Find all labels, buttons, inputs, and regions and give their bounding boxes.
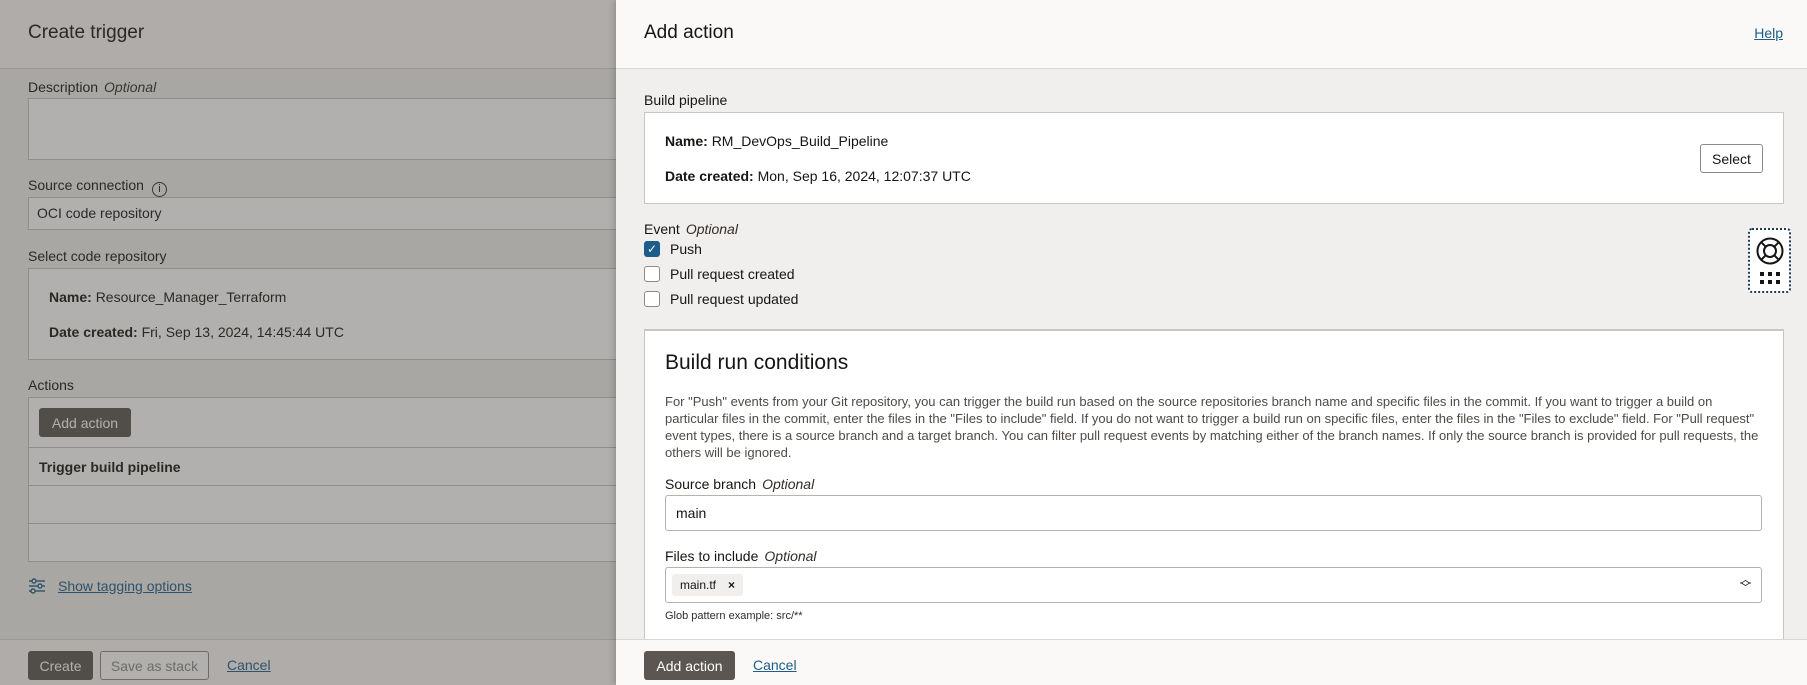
optional-tag: Optional xyxy=(762,476,815,492)
lifebuoy-icon[interactable] xyxy=(1755,236,1785,266)
optional-tag: Optional xyxy=(685,221,738,237)
add-action-panel: Add action Help Build pipeline Name: RM_… xyxy=(616,0,1807,685)
select-pipeline-button[interactable]: Select xyxy=(1700,144,1763,173)
file-chip-label: main.tf xyxy=(680,578,717,592)
pipeline-date: Date created: Mon, Sep 16, 2024, 12:07:3… xyxy=(665,168,971,184)
checkbox-pr-created[interactable] xyxy=(644,266,660,282)
build-pipeline-label: Build pipeline xyxy=(644,92,728,108)
cancel-link[interactable]: Cancel xyxy=(753,657,797,673)
pipeline-name-key: Name: xyxy=(665,133,708,149)
panel-title: Add action xyxy=(644,22,734,43)
event-label: Event Optional xyxy=(644,221,738,237)
event-label-text: Event xyxy=(644,221,680,237)
chip-remove-icon[interactable]: × xyxy=(728,578,735,592)
source-branch-label: Source branch Optional xyxy=(665,476,814,492)
checkbox-push[interactable]: ✓ xyxy=(644,241,660,257)
files-include-input[interactable]: main.tf × ︿ ﹀ xyxy=(665,567,1762,603)
source-branch-input[interactable]: main xyxy=(665,495,1762,531)
pipeline-name: Name: RM_DevOps_Build_Pipeline xyxy=(665,133,888,149)
files-include-label: Files to include Optional xyxy=(665,548,817,564)
event-pr-updated[interactable]: Pull request updated xyxy=(644,291,798,307)
build-run-conditions: Build run conditions For "Push" events f… xyxy=(644,329,1784,639)
panel-header: Add action Help xyxy=(616,0,1807,69)
build-pipeline-card: Name: RM_DevOps_Build_Pipeline Date crea… xyxy=(644,112,1784,204)
help-link[interactable]: Help xyxy=(1754,25,1783,41)
event-pr-updated-label: Pull request updated xyxy=(670,291,799,307)
pipeline-name-value: RM_DevOps_Build_Pipeline xyxy=(711,133,889,149)
event-pr-created-label: Pull request created xyxy=(670,266,795,282)
conditions-description: For "Push" events from your Git reposito… xyxy=(665,394,1759,460)
event-pr-created[interactable]: Pull request created xyxy=(644,266,795,282)
event-push-label: Push xyxy=(670,241,702,257)
grid-dots-icon[interactable] xyxy=(1759,271,1781,285)
panel-footer: Add action Cancel xyxy=(616,639,1807,685)
checkbox-pr-updated[interactable] xyxy=(644,291,660,307)
add-action-button[interactable]: Add action xyxy=(644,651,735,680)
file-chip: main.tf × xyxy=(672,574,744,596)
modal-overlay[interactable] xyxy=(0,0,616,685)
glob-hint: Glob pattern example: src/** xyxy=(665,610,803,622)
source-branch-label-text: Source branch xyxy=(665,476,757,492)
conditions-title: Build run conditions xyxy=(665,351,849,374)
pipeline-date-key: Date created: xyxy=(665,168,754,184)
chevron-updown-icon[interactable]: ︿ ﹀ xyxy=(1740,575,1751,594)
optional-tag: Optional xyxy=(764,548,817,564)
files-include-label-text: Files to include xyxy=(665,548,759,564)
panel-body: Build pipeline Name: RM_DevOps_Build_Pip… xyxy=(616,69,1807,639)
help-widget[interactable] xyxy=(1748,228,1791,293)
event-push[interactable]: ✓ Push xyxy=(644,241,702,257)
pipeline-date-value: Mon, Sep 16, 2024, 12:07:37 UTC xyxy=(757,168,971,184)
